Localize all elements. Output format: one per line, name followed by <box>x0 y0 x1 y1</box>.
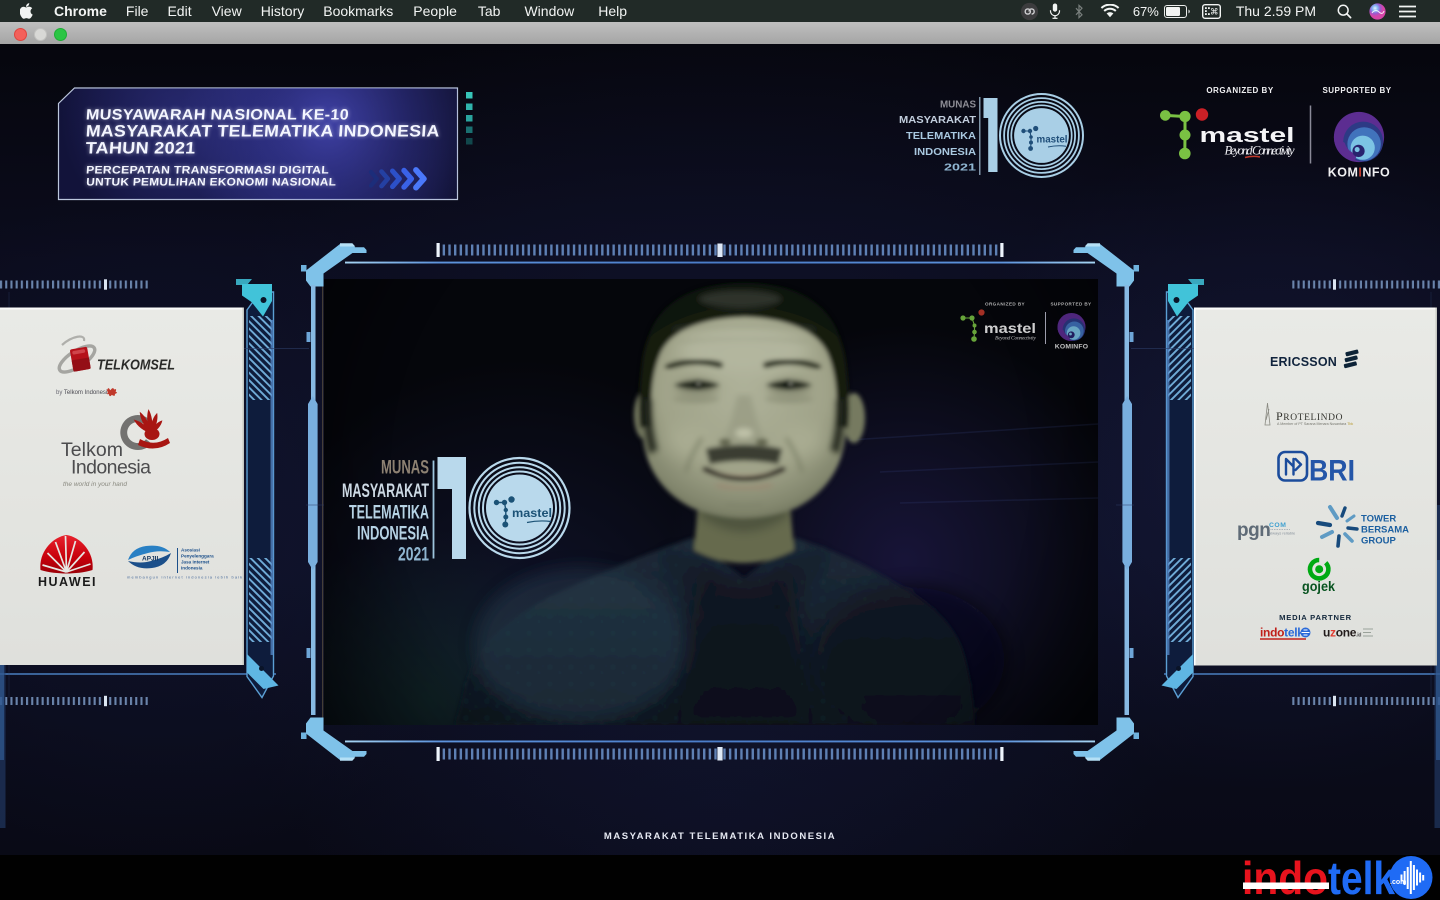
svg-text:ORGANIZED BY: ORGANIZED BY <box>985 302 1025 307</box>
svg-text:mastel: mastel <box>1037 135 1068 146</box>
svg-text:Indonesia: Indonesia <box>71 457 151 479</box>
svg-text:2021: 2021 <box>398 544 429 565</box>
svg-text:Beyond Connectivity: Beyond Connectivity <box>1225 144 1295 158</box>
svg-text:KOMINFO: KOMINFO <box>1055 344 1089 351</box>
svg-text:by Telkom Indonesia: by Telkom Indonesia <box>56 390 111 396</box>
svg-text:uzone.id: uzone.id <box>1323 626 1361 640</box>
svg-text:indotelk: indotelk <box>1260 626 1304 640</box>
svg-text:TELEMATIKA: TELEMATIKA <box>349 503 429 524</box>
svg-text:UNTUK PEMULIHAN EKONOMI NASION: UNTUK PEMULIHAN EKONOMI NASIONAL <box>86 177 337 189</box>
svg-text:PERCEPATAN TRANSFORMASI DIGITA: PERCEPATAN TRANSFORMASI DIGITAL <box>86 165 330 177</box>
svg-text:gojek: gojek <box>1302 579 1335 594</box>
svg-text:BRI: BRI <box>1309 455 1355 488</box>
svg-text:APJII: APJII <box>142 556 158 563</box>
svg-text:TAHUN 2021: TAHUN 2021 <box>85 139 196 158</box>
svg-text:KOMINFO: KOMINFO <box>1328 166 1391 180</box>
svg-text:COM: COM <box>1269 522 1286 529</box>
svg-text:BERSAMA: BERSAMA <box>1361 525 1409 536</box>
svg-text:ERICSSON: ERICSSON <box>1270 355 1337 369</box>
svg-text:pgn: pgn <box>1237 520 1270 541</box>
svg-text:MASYARAKAT: MASYARAKAT <box>899 114 977 126</box>
svg-text:INDONESIA: INDONESIA <box>914 146 976 158</box>
svg-text:mastel: mastel <box>512 506 552 520</box>
svg-text:indo: indo <box>1242 852 1328 900</box>
svg-text:.com: .com <box>1390 879 1406 886</box>
svg-text:MASYARAKAT: MASYARAKAT <box>342 481 429 502</box>
svg-text:A Member of PT Sarana Menara N: A Member of PT Sarana Menara Nusantara T… <box>1277 422 1353 426</box>
svg-text:MASYARAKAT TELEMATIKA INDONESI: MASYARAKAT TELEMATIKA INDONESIA <box>604 831 836 842</box>
svg-text:INDONESIA: INDONESIA <box>357 524 429 545</box>
svg-text:Penyelenggara: Penyelenggara <box>181 554 214 559</box>
svg-text:the world in your hand: the world in your hand <box>63 481 127 488</box>
svg-text:TOWER: TOWER <box>1361 514 1396 525</box>
svg-text:Asosiasi: Asosiasi <box>181 548 200 553</box>
svg-text:HUAWEI: HUAWEI <box>38 575 97 589</box>
svg-text:MUNAS: MUNAS <box>940 99 976 111</box>
svg-text:Jasa Internet: Jasa Internet <box>181 560 210 565</box>
svg-text:telk: telk <box>1328 852 1395 900</box>
svg-text:m e m b a n g u n i n t e r: m e m b a n g u n i n t e r n e t i n d … <box>127 575 242 580</box>
svg-text:SUPPORTED BY: SUPPORTED BY <box>1322 86 1391 95</box>
svg-text:GROUP: GROUP <box>1361 536 1397 547</box>
svg-text:SUPPORTED BY: SUPPORTED BY <box>1050 302 1091 307</box>
svg-text:always reliable: always reliable <box>1269 531 1296 536</box>
svg-text:Indonesia: Indonesia <box>181 566 203 571</box>
svg-text:⌘: ⌘ <box>1210 6 1219 16</box>
svg-text:TELEMATIKA: TELEMATIKA <box>906 130 976 142</box>
svg-text:mastel: mastel <box>984 321 1036 336</box>
svg-text:Beyond Connectivity: Beyond Connectivity <box>995 336 1037 342</box>
svg-text:TELKOMSEL: TELKOMSEL <box>97 358 175 374</box>
svg-text:ORGANIZED BY: ORGANIZED BY <box>1206 86 1274 95</box>
svg-text:2021: 2021 <box>944 162 976 174</box>
svg-text:MUNAS: MUNAS <box>381 458 429 479</box>
svg-text:MEDIA PARTNER: MEDIA PARTNER <box>1279 613 1352 622</box>
